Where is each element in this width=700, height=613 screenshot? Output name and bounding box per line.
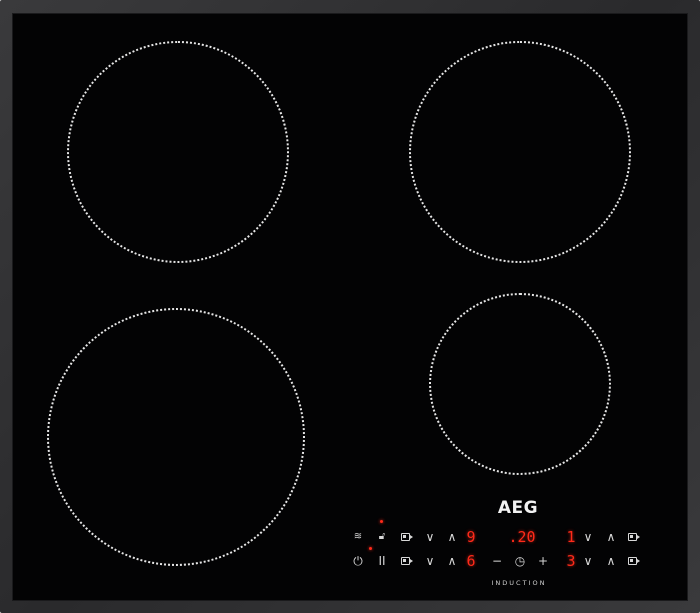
brand-logo: AEG xyxy=(497,498,539,518)
timer-minus-button[interactable]: − xyxy=(489,554,505,570)
timer-icon[interactable]: ◷ xyxy=(512,554,528,570)
rear-left-down-button[interactable]: ∨ xyxy=(422,530,438,546)
zone-select-icon[interactable] xyxy=(401,557,413,565)
pause-button[interactable]: II xyxy=(374,554,390,570)
cooktop-frame: AEG ≋ 🔓︎ ∨ ∧ 9 .20 1 ∨ ∧ ⏻ II ∨ ∧ 6 − ◷ … xyxy=(0,0,700,613)
cooking-zone-front-right[interactable] xyxy=(429,293,611,475)
bridge-indicator-led xyxy=(369,547,372,550)
glass-surface: AEG ≋ 🔓︎ ∨ ∧ 9 .20 1 ∨ ∧ ⏻ II ∨ ∧ 6 − ◷ … xyxy=(12,13,688,601)
power-icon[interactable]: ⏻ xyxy=(350,554,366,570)
front-left-power-display: 6 xyxy=(466,552,476,570)
bridge-icon[interactable]: ≋ xyxy=(350,530,366,546)
front-right-power-display: 3 xyxy=(566,552,576,570)
cooking-zone-front-left[interactable] xyxy=(47,308,305,566)
timer-plus-button[interactable]: + xyxy=(535,554,551,570)
zone-select-icon[interactable] xyxy=(628,557,640,565)
front-left-up-button[interactable]: ∧ xyxy=(444,554,460,570)
front-right-up-button[interactable]: ∧ xyxy=(603,554,619,570)
front-right-down-button[interactable]: ∨ xyxy=(580,554,596,570)
rear-left-up-button[interactable]: ∧ xyxy=(444,530,460,546)
zone-select-icon[interactable] xyxy=(628,533,640,541)
cooking-zone-rear-right[interactable] xyxy=(409,41,631,263)
induction-label: INDUCTION xyxy=(491,579,547,587)
zone-select-icon[interactable] xyxy=(401,533,413,541)
rear-right-up-button[interactable]: ∧ xyxy=(603,530,619,546)
cooking-zone-rear-left[interactable] xyxy=(67,41,289,263)
timer-display: .20 xyxy=(508,528,536,546)
lock-indicator-led xyxy=(380,520,383,523)
front-left-down-button[interactable]: ∨ xyxy=(422,554,438,570)
rear-right-down-button[interactable]: ∨ xyxy=(580,530,596,546)
rear-right-power-display: 1 xyxy=(566,528,576,546)
lock-icon[interactable]: 🔓︎ xyxy=(374,530,390,546)
rear-left-power-display: 9 xyxy=(466,528,476,546)
